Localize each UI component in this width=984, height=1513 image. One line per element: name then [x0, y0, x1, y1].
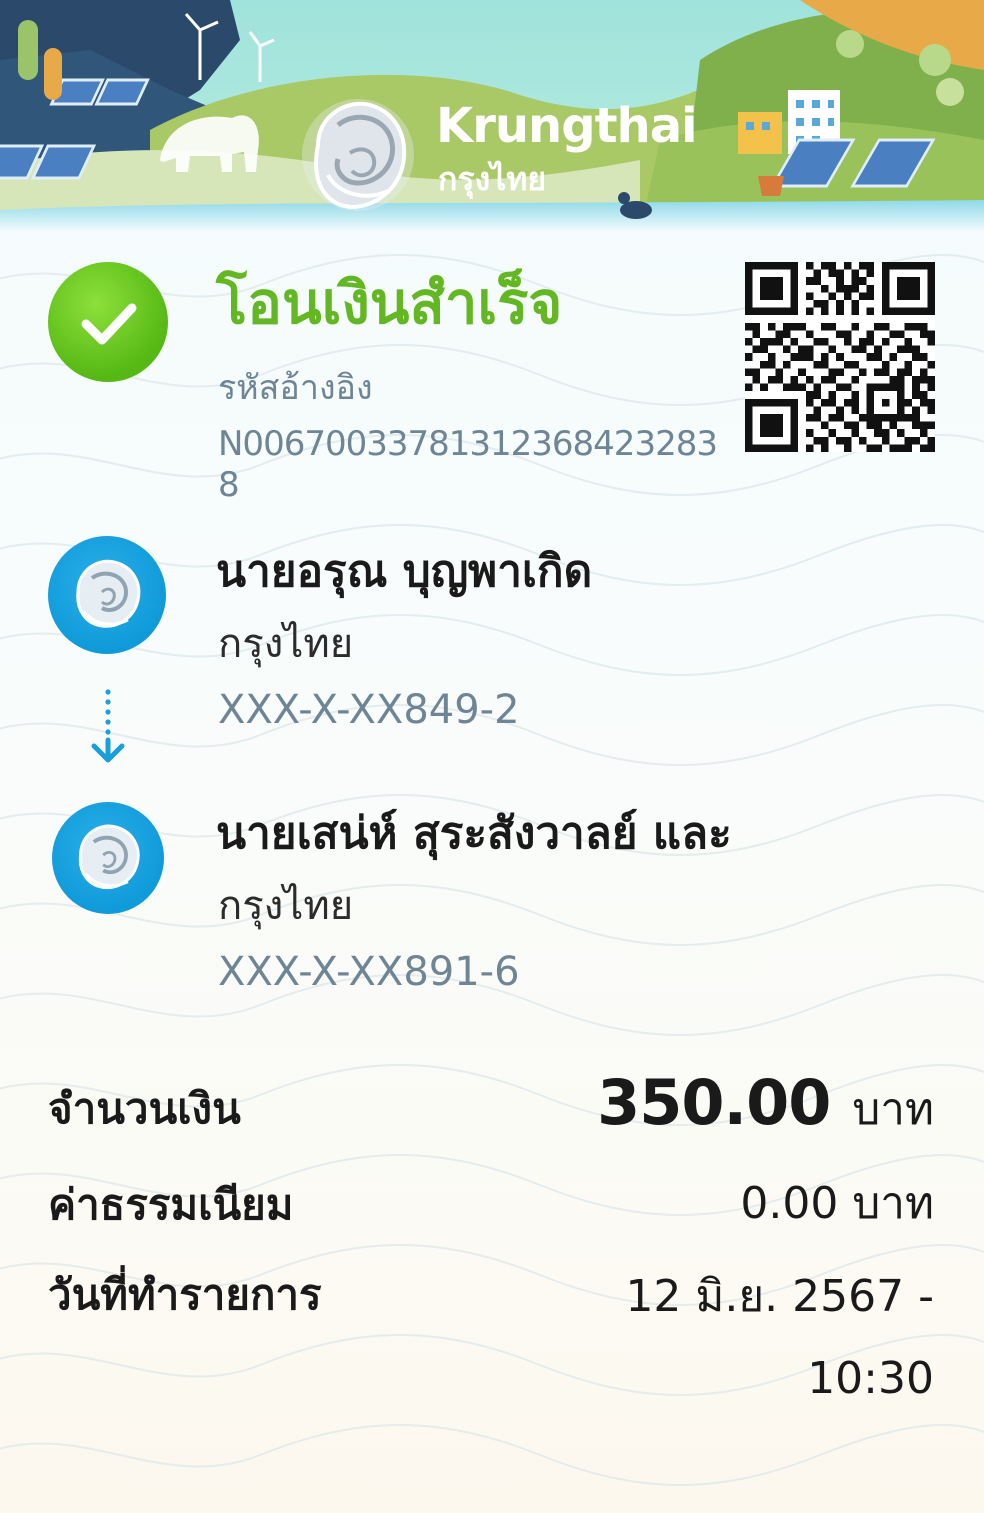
receiver-name: นายเสน่ห์ สุระสังวาลย์ และ [216, 808, 732, 859]
sender-bank-logo-icon [48, 536, 166, 654]
receiver-bank-logo-icon [52, 802, 164, 914]
sender-account: XXX-X-XX849-2 [218, 687, 520, 733]
amount-value: 350.00 บาท [597, 1066, 934, 1140]
sender-name: นายอรุณ บุญพาเกิด [216, 546, 593, 597]
reference-code: N006700337813123684232838 [218, 424, 718, 505]
brand-name-en: Krungthai [436, 98, 698, 154]
header-banner: Krungthai กรุงไทย [0, 0, 984, 232]
fee-label: ค่าธรรมเนียม [48, 1180, 294, 1229]
qr-code-icon[interactable] [745, 262, 935, 452]
receiver-account: XXX-X-XX891-6 [218, 949, 520, 995]
amount-label: จำนวนเงิน [48, 1084, 241, 1133]
check-circle-icon [48, 262, 168, 382]
receiver-bank: กรุงไทย [218, 883, 354, 929]
date-label: วันที่ทำรายการ [48, 1270, 322, 1319]
amount-unit: บาท [852, 1084, 934, 1135]
arrow-down-icon [91, 689, 125, 763]
reference-label: รหัสอ้างอิง [218, 368, 373, 408]
fee-value: 0.00 บาท [740, 1178, 934, 1229]
amount-number: 350.00 [597, 1066, 831, 1139]
status-title: โอนเงินสำเร็จ [216, 269, 563, 337]
sender-bank: กรุงไทย [218, 621, 354, 667]
brand-name-th: กรุงไทย [438, 160, 547, 198]
date-value: 12 มิ.ย. 2567 - 10:30 [625, 1271, 934, 1404]
krungthai-phoenix-logo [302, 99, 414, 211]
